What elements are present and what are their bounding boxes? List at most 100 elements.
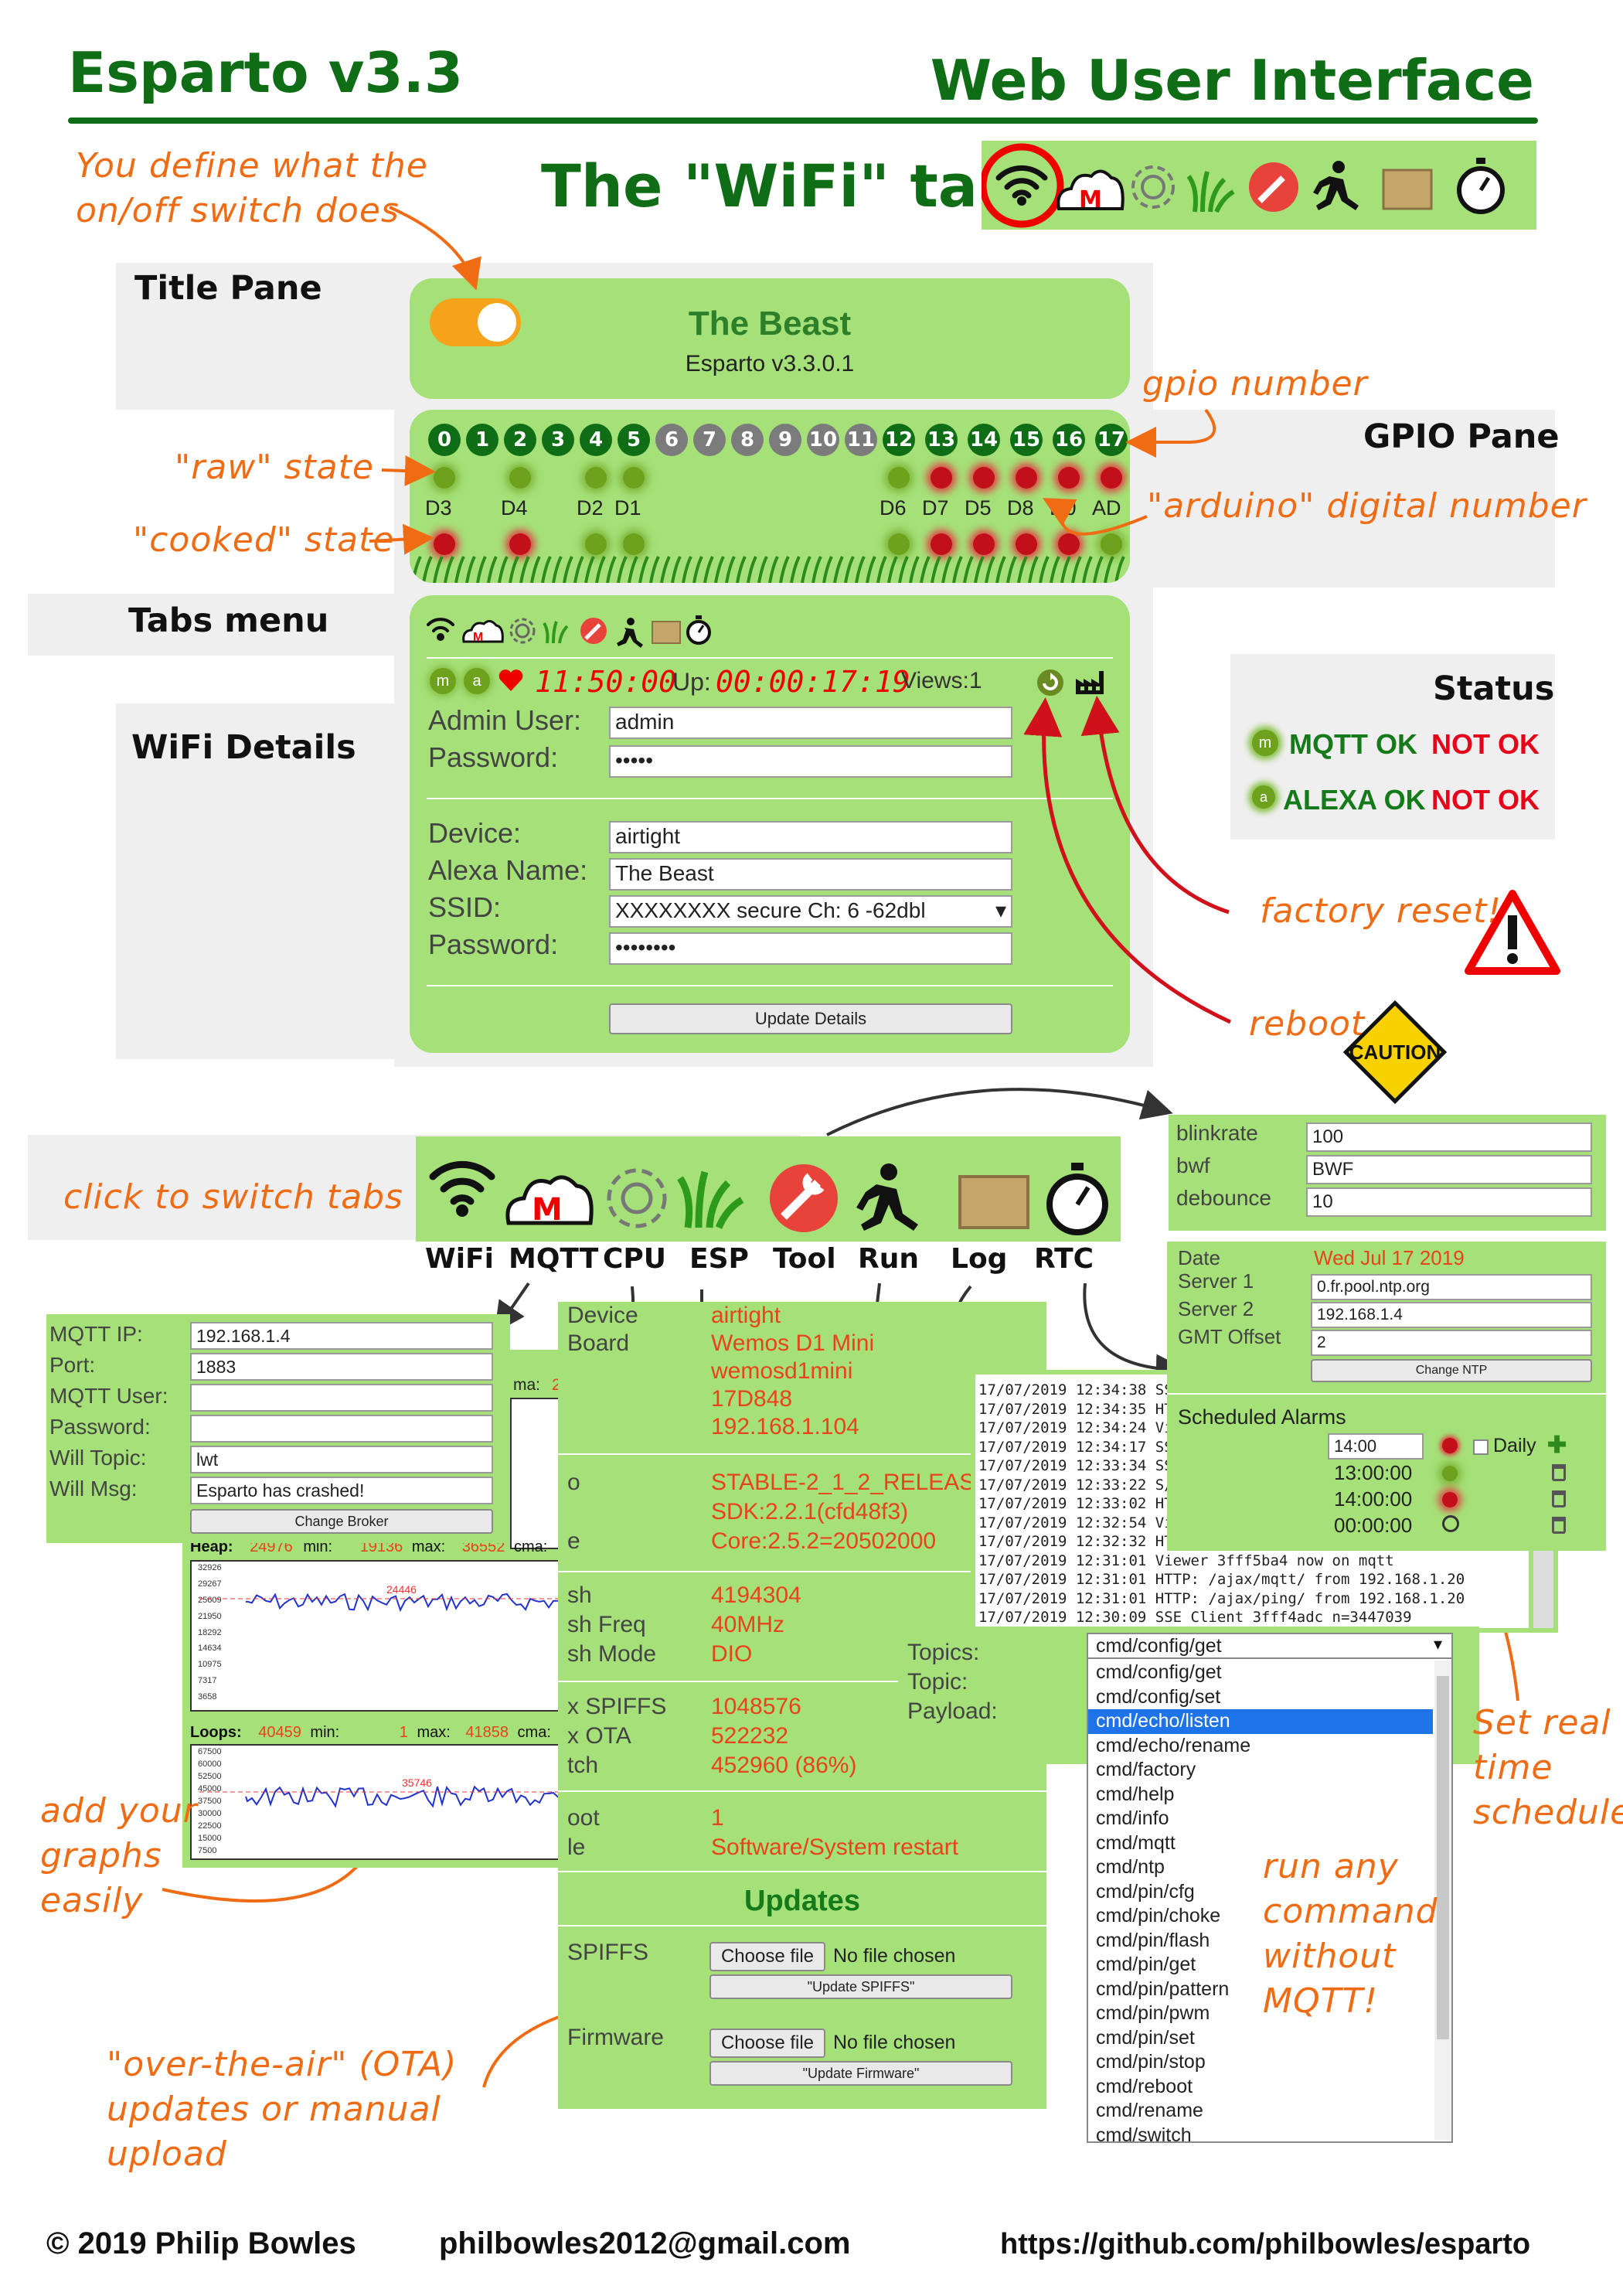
bwf-label: bwf <box>1176 1153 1210 1177</box>
esp-divider-4 <box>558 1790 1046 1792</box>
bwf-input[interactable]: BWF <box>1306 1155 1592 1184</box>
graphs-note: add your graphs easily <box>40 1791 198 1920</box>
alarm-led[interactable] <box>1442 1466 1458 1481</box>
tab-run[interactable]: Run <box>858 1243 919 1275</box>
firmware-choose-file-button[interactable]: Choose file <box>709 2029 825 2058</box>
esp-rows5-label-1: le <box>567 1834 586 1860</box>
loops-stats: Loops: 40459 min: 1 max: 41858 cma: 3609… <box>190 1724 607 1742</box>
command-option[interactable]: cmd/switch <box>1088 2124 1433 2148</box>
mqtt-pass-input[interactable] <box>190 1415 493 1443</box>
esp-rows-value-2: wemosd1mini <box>711 1358 853 1384</box>
esp-rows2-label-2: e <box>567 1528 580 1554</box>
esp-rows4-label-2: tch <box>567 1753 599 1778</box>
loops-current: 40459 <box>258 1724 301 1741</box>
tab-log[interactable]: Log <box>951 1243 1007 1275</box>
footer-copyright: © 2019 Philip Bowles <box>46 2226 356 2260</box>
tab-esp[interactable]: ESP <box>689 1243 749 1275</box>
heap-graph: 32926 29267 25609 21950 18292 14634 10975 7317 3… <box>190 1560 594 1712</box>
trash-icon[interactable] <box>1552 1490 1566 1507</box>
esp-rows3-value-2: DIO <box>711 1641 753 1667</box>
alarm-led[interactable] <box>1442 1492 1458 1507</box>
esp-rows3-label-2: sh Mode <box>567 1641 657 1667</box>
esp-rows2-value-2: Core:2.5.2=20502000 <box>711 1528 937 1554</box>
tab-bar: M <box>416 1136 1121 1242</box>
date-value: Wed Jul 17 2019 <box>1314 1246 1465 1269</box>
tab-rtc[interactable]: RTC <box>1034 1243 1094 1275</box>
esp-rows2-label-0: o <box>567 1470 580 1495</box>
esp-rows4-value-2: 452960 (86%) <box>711 1753 857 1778</box>
trash-icon[interactable] <box>1552 1517 1566 1534</box>
add-alarm-icon[interactable]: ✚ <box>1547 1432 1567 1459</box>
daily-checkbox[interactable] <box>1473 1439 1489 1455</box>
spiffs-choose-file-button[interactable]: Choose file <box>709 1942 825 1971</box>
tab-tool[interactable]: Tool <box>773 1243 836 1275</box>
run-any-note: run any command without MQTT! <box>1263 1847 1438 2021</box>
command-option[interactable]: cmd/config/set <box>1088 1685 1433 1710</box>
loops-max-label: max: <box>417 1724 451 1741</box>
schedule-note: Set real time schedule <box>1473 1703 1623 1832</box>
mqtt-port-input[interactable]: 1883 <box>190 1353 493 1381</box>
mqtt-will_msg-input[interactable]: Esparto has crashed! <box>190 1477 493 1504</box>
loops-line <box>199 1785 592 1808</box>
ota-note: "over-the-air" (OTA) updates or manual u… <box>107 2045 458 2174</box>
esp-rows2-value-0: STABLE-2_1_2_RELEASE <box>711 1470 991 1495</box>
debounce-input[interactable]: 10 <box>1306 1187 1592 1217</box>
tab-mqtt[interactable]: MQTT <box>509 1243 598 1275</box>
date-label: Date <box>1178 1246 1220 1269</box>
loops-max: 41858 <box>465 1724 509 1741</box>
command-option[interactable]: cmd/info <box>1088 1807 1433 1831</box>
blinkrate-label: blinkrate <box>1176 1121 1258 1145</box>
dropdown-arrow-icon: ▾ <box>1433 1634 1442 1654</box>
trash-icon[interactable] <box>1552 1464 1566 1481</box>
command-option[interactable]: cmd/echo/rename <box>1088 1734 1433 1759</box>
footer-email[interactable]: philbowles2012@gmail.com <box>439 2226 851 2261</box>
mqtt-user-input[interactable] <box>190 1384 493 1412</box>
change-broker-button[interactable]: Change Broker <box>190 1509 493 1534</box>
footer-url[interactable]: https://github.com/philbowles/esparto <box>1000 2228 1530 2261</box>
tab-wifi[interactable]: WiFi <box>425 1243 494 1275</box>
wifi-tab <box>429 1160 495 1205</box>
update-spiffs-button[interactable]: "Update SPIFFS" <box>709 1974 1012 1999</box>
esp-rows3-label-1: sh Freq <box>567 1612 646 1637</box>
esp-rows-label-1: Board <box>567 1330 630 1356</box>
tab-cpu[interactable]: CPU <box>603 1243 666 1275</box>
firmware-label: Firmware <box>567 2025 664 2050</box>
server1-input[interactable]: 0.fr.pool.ntp.org <box>1311 1274 1592 1300</box>
esp-rows-value-0: airtight <box>711 1303 781 1328</box>
command-option[interactable]: cmd/reboot <box>1088 2075 1433 2100</box>
log-line: 17/07/2019 12:31:01 HTTP: /ajax/ping/ fr… <box>978 1589 1465 1607</box>
esp-rows3-label-0: sh <box>567 1582 592 1608</box>
change-ntp-button[interactable]: Change NTP <box>1311 1359 1592 1382</box>
command-option[interactable]: cmd/rename <box>1088 2099 1433 2124</box>
server2-label: Server 2 <box>1178 1297 1254 1320</box>
esp-rows-value-1: Wemos D1 Mini <box>711 1330 875 1356</box>
command-select-header[interactable]: cmd/config/get ▾ <box>1088 1634 1451 1659</box>
command-option[interactable]: cmd/echo/listen <box>1088 1709 1433 1734</box>
new-alarm-led[interactable] <box>1442 1438 1458 1453</box>
mqtt-panel: MQTT IP: 192.168.1.4 Port: 1883 MQTT User: Pa… <box>46 1314 510 1543</box>
command-option[interactable]: cmd/factory <box>1088 1758 1433 1783</box>
new-alarm-input[interactable]: 14:00 <box>1328 1433 1424 1460</box>
loops-cma-label: cma: <box>517 1724 551 1741</box>
command-option[interactable]: cmd/pin/stop <box>1088 2050 1433 2075</box>
alarm-time: 14:00:00 <box>1334 1487 1413 1511</box>
cma-partial-label: ma: <box>513 1376 541 1394</box>
mqtt-will_topic-input[interactable]: lwt <box>190 1446 493 1473</box>
gmt-offset-input[interactable]: 2 <box>1311 1330 1592 1356</box>
svg-text:M: M <box>532 1192 563 1228</box>
esp-rows3-value-1: 40MHz <box>711 1612 785 1637</box>
blinkrate-input[interactable]: 100 <box>1306 1122 1592 1152</box>
mqtt-ip-input[interactable]: 192.168.1.4 <box>190 1322 493 1350</box>
update-firmware-button[interactable]: "Update Firmware" <box>709 2061 1012 2086</box>
loops-graph: 67500 60000 52500 45000 37500 30000 22500 15000… <box>190 1744 594 1860</box>
server1-label: Server 1 <box>1178 1269 1254 1293</box>
alarm-time: 00:00:00 <box>1334 1514 1413 1537</box>
esp-divider-6 <box>558 1925 1046 1926</box>
command-option[interactable]: cmd/config/get <box>1088 1661 1433 1685</box>
command-option[interactable]: cmd/help <box>1088 1783 1433 1807</box>
command-option[interactable]: cmd/pin/set <box>1088 2026 1433 2051</box>
heap-cma-label: cma: <box>513 1538 548 1555</box>
log-line: 17/07/2019 12:31:01 Viewer 3fff5ba4 now … <box>978 1552 1394 1569</box>
esp-rows4-value-0: 1048576 <box>711 1694 801 1719</box>
server2-input[interactable]: 192.168.1.4 <box>1311 1302 1592 1328</box>
